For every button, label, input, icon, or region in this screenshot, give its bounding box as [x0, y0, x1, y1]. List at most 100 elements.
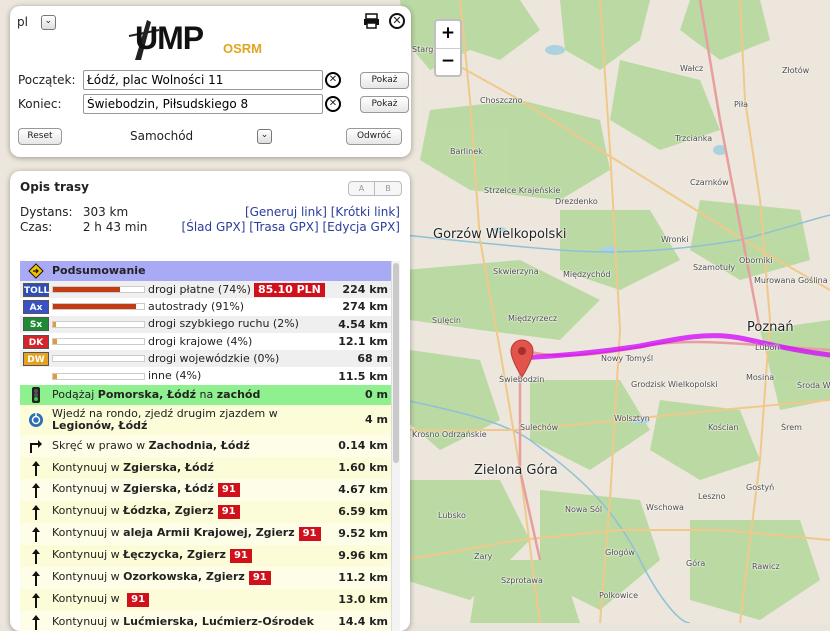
step-street: Zgierska, Łódź: [123, 460, 214, 474]
step-text: Kontynuuj w: [52, 460, 124, 474]
print-icon[interactable]: [363, 13, 380, 32]
route-step[interactable]: Kontynuuj w Ozorkowska, Zgierz 91 11.2 km: [20, 566, 391, 589]
step-distance: 14.4 km: [338, 615, 388, 629]
step-instruction: Kontynuuj w Łódzka, Zgierz 91: [52, 503, 331, 519]
route-step[interactable]: Kontynuuj w Zgierska, Łódź 1.60 km: [20, 456, 391, 479]
step-text: Kontynuuj w: [52, 481, 124, 495]
map-place-label: Wałcz: [680, 64, 704, 73]
scrollbar-thumb[interactable]: [393, 263, 399, 463]
map-place-label: Rawicz: [752, 562, 780, 571]
road-number-badge: 91: [229, 548, 252, 563]
summary-distance: 4.54 km: [338, 317, 388, 331]
route-step[interactable]: Kontynuuj w Łódzka, Zgierz 91 6.59 km: [20, 500, 391, 523]
zoom-in-button[interactable]: +: [436, 21, 460, 48]
clear-from-icon[interactable]: ✕: [325, 72, 341, 88]
to-input[interactable]: [83, 94, 323, 114]
summary-row: DW drogi wojewódzkie (0%) 68 m: [20, 350, 391, 368]
chevron-down-icon[interactable]: ⌄: [40, 15, 56, 30]
step-instruction: Kontynuuj w aleja Armii Krajowej, Zgierz…: [52, 525, 331, 541]
summary-rows: TOLL drogi płatne (74%) 85.10 PLN 224 km Ax a…: [20, 281, 391, 385]
reverse-button[interactable]: Odwróć: [346, 128, 402, 145]
route-steps: Podsumowanie TOLL drogi płatne (74%) 85.10…: [20, 261, 391, 631]
summary-distance: 274 km: [342, 300, 388, 314]
from-input[interactable]: [83, 70, 323, 90]
share-bar: [52, 355, 145, 363]
short-link[interactable]: [Krótki link]: [331, 205, 400, 219]
clear-to-icon[interactable]: ✕: [325, 96, 341, 112]
traffic-light-icon: [20, 386, 52, 403]
route-step[interactable]: Wjedź na rondo, zjedź drugim zjazdem w L…: [20, 404, 391, 435]
road-type-badge: DW: [20, 351, 52, 366]
logo-osrm-text: OSRM: [223, 41, 262, 56]
badge-text: DK: [23, 334, 49, 349]
map-place-label: Głogów: [605, 548, 635, 557]
from-row: Początek: ✕ Pokaż: [18, 70, 409, 90]
close-icon[interactable]: ✕: [389, 13, 405, 29]
step-distance: 13.0 km: [338, 593, 388, 607]
step-street: Legionów, Łódź: [52, 418, 148, 432]
reset-button[interactable]: Reset: [18, 128, 62, 145]
trace-gpx-link[interactable]: [Ślad GPX]: [182, 220, 246, 234]
step-distance: 0 m: [365, 388, 388, 402]
road-number-badge: 91: [298, 526, 321, 541]
zoom-out-button[interactable]: −: [436, 48, 460, 75]
map-place-label: Grodzisk Wielkopolski: [631, 380, 718, 389]
step-street: Łódzka, Zgierz: [123, 503, 214, 517]
routing-form-panel: pl ⌄ UMP OSRM ✕ Początek: ✕ Pokaż Koniec…: [10, 6, 411, 157]
route-step[interactable]: Kontynuuj w Łęczycka, Zgierz 91 9.96 km: [20, 544, 391, 567]
point-a-button[interactable]: A: [348, 181, 375, 196]
map-place-label: Oborniki: [739, 256, 773, 265]
step-direction: zachód: [216, 387, 261, 401]
map-place-label: Gostyń: [746, 483, 775, 492]
language-select[interactable]: pl ⌄: [17, 15, 56, 30]
roundabout-icon: [20, 412, 52, 428]
show-from-button[interactable]: Pokaż: [360, 71, 409, 89]
to-row: Koniec: ✕ Pokaż: [18, 94, 409, 114]
step-instruction: Kontynuuj w Lućmierska, Lućmierz-Ośrodek: [52, 615, 331, 628]
summary-row: Ax autostrady (91%) 274 km: [20, 298, 391, 316]
summary-distance: 68 m: [357, 352, 388, 366]
step-street: Zgierska, Łódź: [123, 481, 214, 495]
share-bar: [52, 338, 145, 346]
map-place-label: Międzyrzecz: [508, 314, 558, 323]
chevron-down-icon[interactable]: ⌄: [257, 129, 272, 144]
point-b-button[interactable]: B: [375, 181, 402, 196]
route-description-panel: Opis trasy A B Dystans: 303 km Czas: 2 h…: [10, 171, 410, 631]
map-place-label: Międzychód: [563, 270, 611, 279]
route-step[interactable]: Kontynuuj w 91 13.0 km: [20, 588, 391, 611]
step-text: Kontynuuj w: [52, 525, 124, 539]
distance-value: 303 km: [82, 205, 129, 219]
route-step[interactable]: Kontynuuj w Lućmierska, Lućmierz-Ośrodek…: [20, 610, 391, 631]
route-step[interactable]: Kontynuuj w aleja Armii Krajowej, Zgierz…: [20, 522, 391, 545]
generate-link[interactable]: [Generuj link]: [245, 205, 327, 219]
steps-scrollbar[interactable]: [391, 261, 400, 631]
route-step[interactable]: Podążaj Pomorska, Łódź na zachód 0 m: [20, 384, 391, 405]
map-place-label: Poznań: [747, 320, 794, 335]
map-place-label: Wronki: [661, 235, 689, 244]
map-place-label: Śrem: [781, 423, 802, 432]
edit-gpx-link[interactable]: [Edycja GPX]: [322, 220, 400, 234]
toll-price: 85.10 PLN: [253, 282, 325, 297]
summary-label-text: inne (4%): [148, 369, 202, 383]
map-place-label: Luboń: [755, 343, 780, 352]
share-bar: [52, 320, 145, 328]
logo: UMP OSRM: [125, 16, 285, 62]
map-place-label: Wolsztyn: [614, 414, 650, 423]
route-step[interactable]: Skręć w prawo w Zachodnia, Łódź 0.14 km: [20, 434, 391, 457]
badge-text: Sx: [23, 317, 49, 332]
map-place-label: Zielona Góra: [474, 463, 558, 478]
summary-label: drogi wojewódzkie (0%): [148, 352, 331, 365]
links-row-2: [Ślad GPX] [Trasa GPX] [Edycja GPX]: [182, 220, 400, 234]
step-text: Kontynuuj w: [52, 503, 124, 517]
share-bar: [52, 372, 145, 380]
vehicle-select-value[interactable]: Samochód: [130, 129, 193, 143]
route-step[interactable]: Kontynuuj w Zgierska, Łódź 91 4.67 km: [20, 478, 391, 501]
map-place-label: Góra: [686, 559, 706, 568]
route-gpx-link[interactable]: [Trasa GPX]: [249, 220, 318, 234]
summary-label-text: drogi szybkiego ruchu (2%): [148, 317, 299, 331]
badge-text: TOLL: [23, 282, 49, 297]
step-instruction: Kontynuuj w Zgierska, Łódź 91: [52, 481, 331, 497]
map-place-label: Drezdenko: [555, 197, 598, 206]
map-place-label: Sulechów: [520, 423, 559, 432]
show-to-button[interactable]: Pokaż: [360, 95, 409, 113]
